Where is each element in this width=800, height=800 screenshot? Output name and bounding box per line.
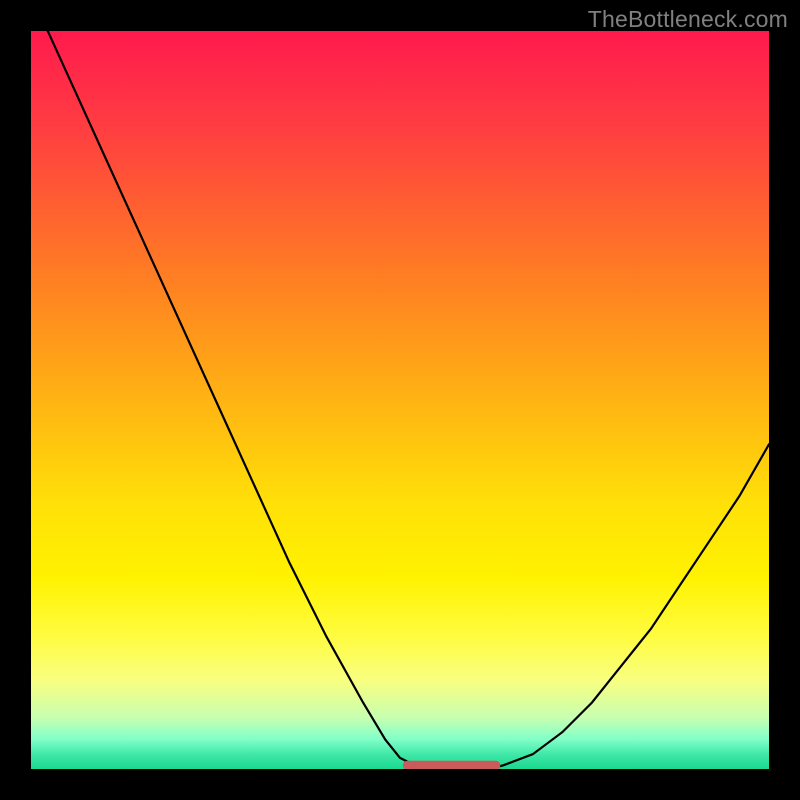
bottleneck-curve	[31, 31, 769, 769]
watermark-text: TheBottleneck.com	[588, 6, 788, 33]
bottleneck-curve-svg	[31, 31, 769, 769]
plot-area	[31, 31, 769, 769]
